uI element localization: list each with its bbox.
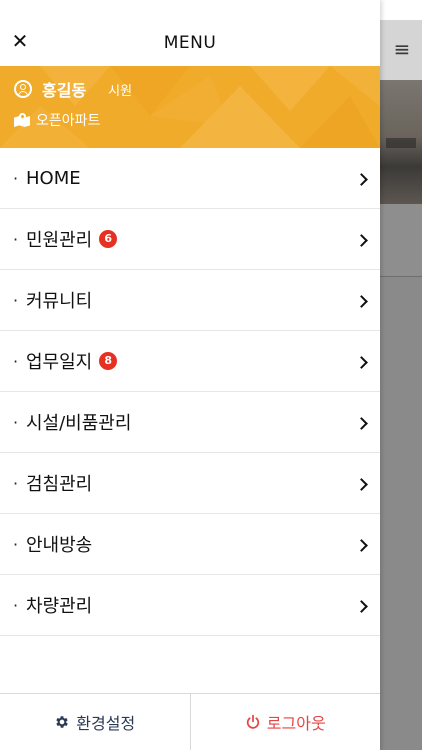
- gear-icon: [56, 716, 69, 728]
- background-panel: [380, 204, 422, 276]
- user-role: 시원: [108, 83, 133, 99]
- logout-label: 로그아웃: [266, 714, 326, 733]
- menu-bullet: ·: [13, 595, 19, 615]
- chevron-right-icon: [355, 417, 368, 430]
- menu-bullet: ·: [13, 168, 19, 188]
- menu-bullet: ·: [13, 229, 19, 249]
- menu-item-complaints[interactable]: · 민원관리 6: [0, 209, 380, 270]
- menu-item-vehicles[interactable]: · 차량관리: [0, 575, 380, 636]
- menu-item-label: 검침관리: [26, 474, 93, 495]
- chevron-right-icon: [355, 356, 368, 369]
- background-divider: [380, 276, 422, 277]
- menu-list: · HOME · 민원관리 6 · 커뮤니티 · 업무일지 8 · 시설/비품관…: [0, 148, 380, 636]
- menu-bullet: ·: [13, 534, 19, 554]
- menu-item-broadcast[interactable]: · 안내방송: [0, 514, 380, 575]
- menu-item-label: 민원관리: [26, 230, 93, 251]
- menu-bullet: ·: [13, 290, 19, 310]
- menu-item-community[interactable]: · 커뮤니티: [0, 270, 380, 331]
- chevron-right-icon: [355, 600, 368, 613]
- menu-item-label: 차량관리: [26, 596, 93, 617]
- hamburger-icon[interactable]: ≡: [392, 38, 412, 60]
- menu-title: MENU: [163, 33, 217, 53]
- menu-bullet: ·: [13, 473, 19, 493]
- status-strip: [380, 0, 422, 20]
- menu-item-label: HOME: [26, 167, 81, 189]
- profile-user-row: 홍길동 시원: [14, 78, 132, 100]
- chevron-right-icon: [355, 295, 368, 308]
- power-icon: [246, 714, 259, 729]
- settings-button[interactable]: 환경설정: [0, 694, 190, 750]
- background-photo: [380, 80, 422, 204]
- menu-bullet: ·: [13, 412, 19, 432]
- side-drawer: ✕ MENU 홍길동 시원 오픈아파트 · HOME · 민원관리 6 · 커뮤…: [0, 0, 380, 750]
- menu-item-meter-reading[interactable]: · 검침관리: [0, 453, 380, 514]
- drawer-footer: 환경설정 로그아웃: [0, 693, 380, 750]
- drawer-header: ✕ MENU: [0, 0, 380, 66]
- menu-item-work-log[interactable]: · 업무일지 8: [0, 331, 380, 392]
- chevron-right-icon: [355, 478, 368, 491]
- notification-badge: 6: [99, 230, 118, 248]
- menu-item-label: 업무일지: [26, 352, 93, 373]
- user-name: 홍길동: [42, 81, 87, 100]
- menu-item-facilities[interactable]: · 시설/비품관리: [0, 392, 380, 453]
- menu-item-label: 안내방송: [26, 535, 93, 556]
- user-icon: [14, 80, 32, 98]
- menu-item-label: 시설/비품관리: [26, 413, 132, 434]
- settings-label: 환경설정: [76, 714, 136, 733]
- menu-item-home[interactable]: · HOME: [0, 148, 380, 209]
- notification-badge: 8: [99, 352, 118, 370]
- profile-panel: 홍길동 시원 오픈아파트: [0, 66, 380, 148]
- menu-item-label: 커뮤니티: [26, 291, 93, 312]
- apartment-name: 오픈아파트: [36, 113, 101, 129]
- chevron-right-icon: [355, 173, 368, 186]
- menu-bullet: ·: [13, 351, 19, 371]
- map-icon: [14, 113, 30, 127]
- logout-button[interactable]: 로그아웃: [189, 694, 381, 750]
- profile-apartment-row: 오픈아파트: [14, 110, 100, 130]
- chevron-right-icon: [355, 234, 368, 247]
- chevron-right-icon: [355, 539, 368, 552]
